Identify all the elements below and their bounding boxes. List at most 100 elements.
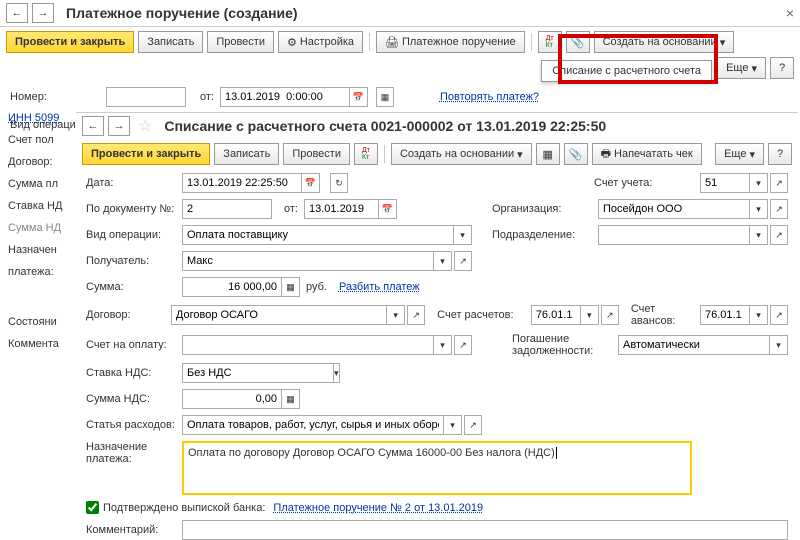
vat-label: Ставка НДС: bbox=[86, 367, 176, 379]
racct-input[interactable] bbox=[531, 305, 581, 325]
chevron-down-icon[interactable]: ▾ bbox=[581, 305, 599, 325]
num-label: Номер: bbox=[10, 91, 100, 103]
attach-button[interactable]: 📎 bbox=[564, 143, 588, 165]
create-based-button[interactable]: Создать на основании ▾ bbox=[594, 31, 735, 53]
save-button[interactable]: Записать bbox=[138, 31, 203, 53]
date-label: Дата: bbox=[86, 177, 176, 189]
exp-label: Статья расходов: bbox=[86, 419, 176, 431]
chevron-down-icon[interactable]: ▾ bbox=[444, 415, 462, 435]
date-input[interactable] bbox=[182, 173, 302, 193]
confirm-checkbox[interactable] bbox=[86, 501, 99, 514]
open-icon[interactable]: ↗ bbox=[407, 305, 425, 325]
more-button[interactable]: Еще ▾ bbox=[715, 143, 764, 165]
settings-button[interactable]: ⚙Настройка bbox=[278, 31, 363, 53]
acct-input[interactable] bbox=[700, 173, 750, 193]
refresh-icon[interactable]: ↻ bbox=[330, 173, 348, 193]
split-link[interactable]: Разбить платеж bbox=[339, 281, 420, 293]
exp-input[interactable] bbox=[182, 415, 444, 435]
vat-input[interactable] bbox=[182, 363, 334, 383]
repeat-link[interactable]: Повторять платеж? bbox=[440, 91, 539, 103]
create-based-menu-item[interactable]: Списание с расчетного счета bbox=[541, 60, 712, 82]
create-based-button[interactable]: Создать на основании ▾ bbox=[391, 143, 532, 165]
from-input[interactable] bbox=[304, 199, 379, 219]
close-icon[interactable]: × bbox=[786, 5, 794, 21]
forward-button[interactable]: → bbox=[32, 3, 54, 23]
recv-input[interactable] bbox=[182, 251, 434, 271]
debt-label: Погашение задолженности: bbox=[512, 333, 612, 357]
save-button[interactable]: Записать bbox=[214, 143, 279, 165]
comment-label: Комментарий: bbox=[86, 524, 176, 536]
confirm-link[interactable]: Платежное поручение № 2 от 13.01.2019 bbox=[273, 502, 483, 514]
open-icon[interactable]: ↗ bbox=[770, 199, 788, 219]
gear-icon: ⚙ bbox=[287, 36, 297, 49]
open-icon[interactable]: ↗ bbox=[770, 225, 788, 245]
post-button[interactable]: Провести bbox=[283, 143, 350, 165]
docnum-input[interactable] bbox=[182, 199, 272, 219]
docnum-label: По документу №: bbox=[86, 203, 176, 215]
calendar-icon[interactable]: 📅 bbox=[379, 199, 397, 219]
aacct-input[interactable] bbox=[700, 305, 750, 325]
num-input[interactable] bbox=[106, 87, 186, 107]
chevron-down-icon[interactable]: ▾ bbox=[434, 251, 452, 271]
calc-icon[interactable]: ▦ bbox=[282, 277, 300, 297]
rub-label: руб. bbox=[306, 281, 327, 293]
invoice-label: Счет на оплату: bbox=[86, 339, 176, 351]
sum-input[interactable] bbox=[182, 277, 282, 297]
debt-input[interactable] bbox=[618, 335, 770, 355]
open-icon[interactable]: ↗ bbox=[770, 173, 788, 193]
extra-button[interactable]: ▦ bbox=[536, 143, 560, 165]
chevron-down-icon[interactable]: ▾ bbox=[387, 305, 405, 325]
post-button[interactable]: Провести bbox=[207, 31, 274, 53]
print-icon: 🖨 bbox=[385, 36, 399, 49]
calendar-icon[interactable]: 📅 bbox=[302, 173, 320, 193]
chevron-down-icon[interactable]: ▾ bbox=[750, 199, 768, 219]
calc-icon[interactable]: ▦ bbox=[282, 389, 300, 409]
purp-label: Назначение платежа: bbox=[86, 441, 176, 465]
star-icon[interactable]: ☆ bbox=[138, 116, 152, 136]
clip-icon: 📎 bbox=[571, 36, 585, 49]
contract-input[interactable] bbox=[171, 305, 387, 325]
more-button[interactable]: Еще ▾ bbox=[717, 57, 766, 79]
chevron-down-icon[interactable]: ▾ bbox=[770, 335, 788, 355]
purp-textarea[interactable]: Оплата по договору Договор ОСАГО Сумма 1… bbox=[182, 441, 692, 495]
open-icon[interactable]: ↗ bbox=[464, 415, 482, 435]
attach-button[interactable]: 📎 bbox=[566, 31, 590, 53]
open-icon[interactable]: ↗ bbox=[454, 251, 472, 271]
chevron-down-icon[interactable]: ▾ bbox=[334, 363, 340, 383]
acct-label: Счет учета: bbox=[594, 177, 694, 189]
op-input[interactable] bbox=[182, 225, 454, 245]
org-input[interactable] bbox=[598, 199, 750, 219]
comment-input[interactable] bbox=[182, 520, 788, 540]
open-icon[interactable]: ↗ bbox=[601, 305, 619, 325]
extra-icon[interactable]: ▦ bbox=[376, 87, 394, 107]
div-input[interactable] bbox=[598, 225, 750, 245]
open-icon[interactable]: ↗ bbox=[454, 335, 472, 355]
chevron-down-icon[interactable]: ▾ bbox=[750, 225, 768, 245]
calendar-icon[interactable]: 📅 bbox=[350, 87, 368, 107]
racct-label: Счет расчетов: bbox=[437, 309, 525, 321]
date-input[interactable] bbox=[220, 87, 350, 107]
invoice-input[interactable] bbox=[182, 335, 434, 355]
post-close-button[interactable]: Провести и закрыть bbox=[82, 143, 210, 165]
back-button[interactable]: ← bbox=[6, 3, 28, 23]
back-button[interactable]: ← bbox=[82, 116, 104, 136]
op-label: Вид операции: bbox=[86, 229, 176, 241]
printer-icon: 🖶 bbox=[601, 145, 611, 164]
dtkt-button[interactable]: ДтКт bbox=[354, 143, 378, 165]
vatsum-input[interactable] bbox=[182, 389, 282, 409]
dtkt-button[interactable]: ДтКт bbox=[538, 31, 562, 53]
open-icon[interactable]: ↗ bbox=[770, 305, 788, 325]
background-labels: ИНН 5099 Счет пол Договор: Сумма пл Став… bbox=[0, 108, 75, 502]
forward-button[interactable]: → bbox=[108, 116, 130, 136]
print-check-button[interactable]: 🖶Напечатать чек bbox=[592, 143, 702, 165]
help-button[interactable]: ? bbox=[768, 143, 792, 165]
payorder-button[interactable]: 🖨Платежное поручение bbox=[376, 31, 525, 53]
chevron-down-icon[interactable]: ▾ bbox=[750, 305, 768, 325]
help-button[interactable]: ? bbox=[770, 57, 794, 79]
confirm-label: Подтверждено выпиской банка: bbox=[103, 502, 265, 514]
chevron-down-icon[interactable]: ▾ bbox=[750, 173, 768, 193]
post-close-button[interactable]: Провести и закрыть bbox=[6, 31, 134, 53]
chevron-down-icon[interactable]: ▾ bbox=[454, 225, 472, 245]
chevron-down-icon[interactable]: ▾ bbox=[434, 335, 452, 355]
sum-label: Сумма: bbox=[86, 281, 176, 293]
